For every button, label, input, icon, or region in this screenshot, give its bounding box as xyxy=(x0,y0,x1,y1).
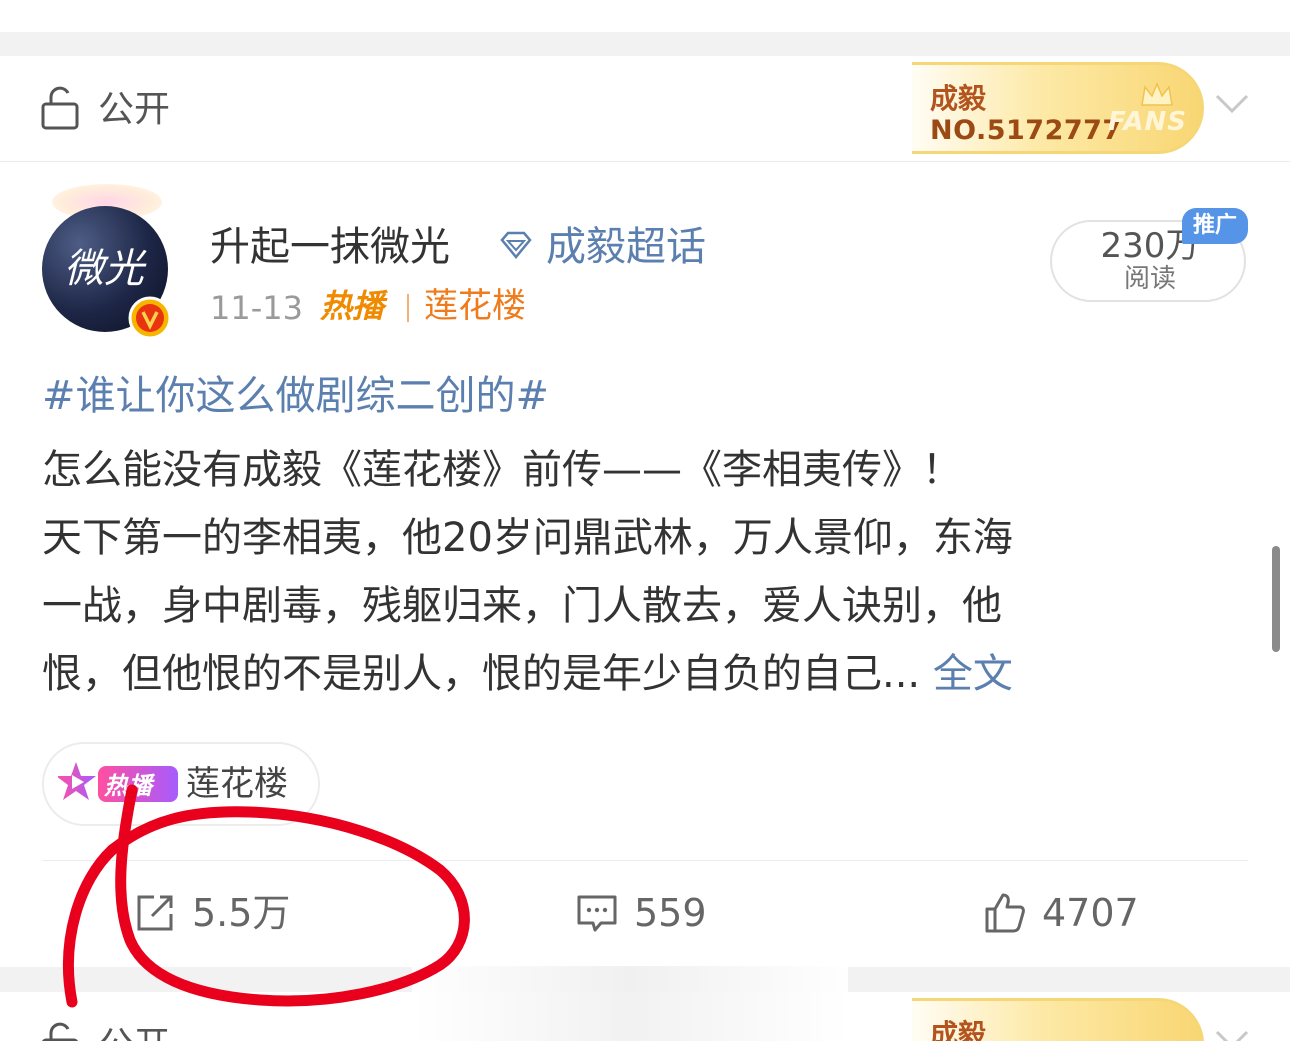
fans-badge-label: FANS xyxy=(1107,107,1187,137)
previous-card-bottom xyxy=(0,0,1290,32)
topic-link[interactable]: 成毅超话 xyxy=(546,220,706,274)
post-body: 怎么能没有成毅《莲花楼》前传——《李相夷传》！ 天下第一的李相夷，他20岁问鼎武… xyxy=(42,436,1252,708)
chip-label: 莲花楼 xyxy=(186,764,288,804)
chevron-down-icon[interactable] xyxy=(1214,1026,1250,1041)
comment-icon xyxy=(577,895,617,932)
comment-button[interactable]: 559 xyxy=(576,888,736,938)
thumbs-up-icon xyxy=(985,893,1025,933)
post-line: 天下第一的李相夷，他20岁问鼎武林，万人景仰，东海 xyxy=(42,515,1013,561)
lock-icon xyxy=(41,86,79,130)
fans-badge-name: 成毅 xyxy=(930,1018,987,1041)
verified-badge-icon xyxy=(128,296,172,340)
reads-label: 阅读 xyxy=(1123,264,1176,294)
like-button[interactable]: 4707 xyxy=(984,888,1164,938)
hot-show-link[interactable]: 莲花楼 xyxy=(424,284,526,328)
meta-separator xyxy=(407,294,409,322)
post-line: 恨，但他恨的不是别人，恨的是年少自负的自己... xyxy=(42,651,933,697)
like-count: 4707 xyxy=(1042,891,1139,935)
fans-badge[interactable]: 成毅 NO.5172777 FANS xyxy=(912,62,1204,154)
hashtag-link[interactable]: #谁让你这么做剧综二创的# xyxy=(42,368,549,424)
show-chip[interactable]: 热播 莲花楼 xyxy=(42,742,320,826)
post-line-last: 恨，但他恨的不是别人，恨的是年少自负的自己... 全文 xyxy=(42,640,1252,708)
hot-tag: 热播 xyxy=(320,287,385,325)
promo-badge: 推广 xyxy=(1182,208,1248,244)
diamond-icon xyxy=(500,231,532,259)
visibility-row: 公开 成毅 NO.5172777 FANS xyxy=(0,56,1290,162)
post-date: 11-13 xyxy=(210,289,303,327)
visibility-label[interactable]: 公开 xyxy=(98,1022,170,1041)
post-card: 公开 成毅 NO.5172777 FANS 微光 升起一抹微光 成毅超话 11-… xyxy=(0,56,1290,967)
post-line: 一战，身中剧毒，残躯归来，门人散去，爱人诀别，他 xyxy=(42,583,1002,629)
fans-badge-name: 成毅 xyxy=(930,82,987,115)
full-text-link[interactable]: 全文 xyxy=(933,651,1013,697)
chevron-down-icon[interactable] xyxy=(1214,90,1250,118)
lock-icon xyxy=(41,1022,79,1041)
redaction-blur xyxy=(412,966,848,1041)
crown-icon xyxy=(1141,82,1173,106)
username[interactable]: 升起一抹微光 xyxy=(210,220,450,274)
chip-badge-text: 热播 xyxy=(103,772,156,800)
comment-count: 559 xyxy=(634,891,707,935)
repost-button[interactable]: 5.5万 xyxy=(134,888,334,938)
repost-count: 5.5万 xyxy=(192,891,291,935)
visibility-label[interactable]: 公开 xyxy=(98,86,170,134)
hot-show-logo-icon: 热播 xyxy=(58,762,178,802)
post-line: 怎么能没有成毅《莲花楼》前传——《李相夷传》！ xyxy=(42,447,962,493)
fans-badge-number: NO.5172777 xyxy=(930,115,1122,146)
actions-divider xyxy=(42,860,1248,861)
avatar-artwork: 微光 xyxy=(64,246,144,292)
fans-badge[interactable]: 成毅 xyxy=(912,998,1204,1041)
scrollbar[interactable] xyxy=(1272,546,1280,652)
repost-icon xyxy=(137,895,173,931)
